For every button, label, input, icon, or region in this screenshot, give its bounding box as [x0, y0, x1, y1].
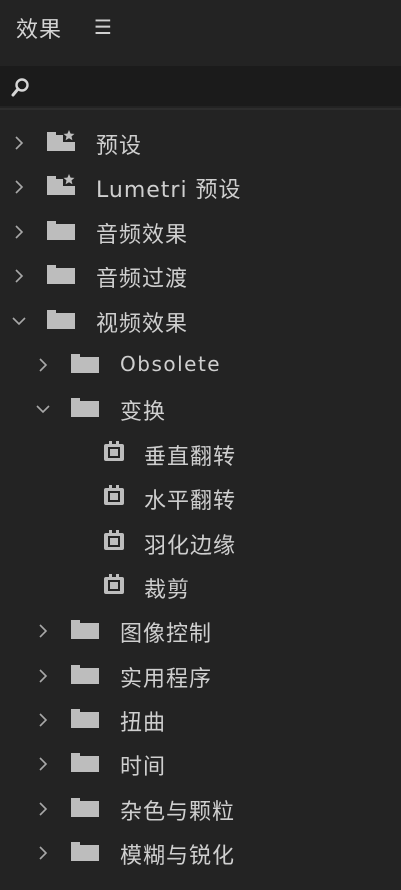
effect-icon [104, 573, 124, 594]
tree-item-label: 水平翻转 [144, 489, 237, 515]
tree-item-label: 预设 [96, 134, 143, 159]
effect-item[interactable]: 水平翻转 [0, 477, 401, 521]
chevron-right-icon[interactable] [34, 844, 52, 862]
folder-icon [71, 664, 99, 684]
folder-icon [47, 265, 75, 285]
effects-tree: 预设 Lumetri 预设 音频效果音频过渡视频效果 Obsolete 变换垂直翻转水平… [0, 122, 401, 877]
tree-item-label: 实用程序 [120, 666, 213, 692]
tree-folder-item[interactable]: 模糊与锐化 [0, 832, 401, 876]
tree-folder-item[interactable]: 音频过渡 [0, 255, 401, 299]
tree-folder-item[interactable]: 预设 [0, 122, 401, 166]
folder-icon [71, 353, 99, 373]
panel-menu-button[interactable]: ☰ [92, 16, 114, 38]
tree-folder-item[interactable]: 图像控制 [0, 610, 401, 654]
panel-title: 效果 [16, 18, 63, 43]
tree-item-label: 音频效果 [96, 222, 189, 248]
tree-folder-item[interactable]: Obsolete [0, 344, 401, 388]
chevron-right-icon[interactable] [34, 622, 52, 640]
tree-folder-item[interactable]: 杂色与颗粒 [0, 788, 401, 832]
chevron-right-icon[interactable] [34, 356, 52, 374]
effect-item[interactable]: 垂直翻转 [0, 433, 401, 477]
tree-folder-item[interactable]: Lumetri 预设 [0, 166, 401, 210]
folder-icon [47, 309, 75, 329]
tree-item-label: 图像控制 [120, 622, 213, 648]
chevron-right-icon[interactable] [34, 667, 52, 685]
effects-panel: 效果 ☰ 预设 Lumetri 预设 音频效果音频过渡视频效果 Obsolete 变换垂… [0, 0, 401, 890]
preset-folder-icon [47, 130, 75, 151]
tree-item-label: 杂色与颗粒 [120, 799, 236, 825]
preset-folder-icon [47, 174, 75, 196]
effect-icon [104, 440, 124, 461]
tree-folder-item[interactable]: 变换 [0, 388, 401, 432]
folder-icon [71, 398, 99, 418]
chevron-down-icon[interactable] [10, 312, 28, 330]
search-bar [0, 66, 401, 106]
tree-item-label: 扭曲 [120, 711, 167, 737]
folder-icon [71, 620, 99, 640]
chevron-right-icon[interactable] [10, 223, 28, 241]
chevron-right-icon[interactable] [34, 755, 52, 773]
tree-item-label: 羽化边缘 [144, 533, 237, 559]
tree-item-label: 音频过渡 [96, 267, 189, 293]
folder-icon [71, 797, 99, 817]
folder-icon [47, 220, 75, 240]
chevron-right-icon[interactable] [10, 134, 28, 152]
effect-item[interactable]: 羽化边缘 [0, 522, 401, 566]
chevron-right-icon[interactable] [10, 267, 28, 285]
tree-folder-item[interactable]: 时间 [0, 743, 401, 787]
effect-icon [104, 529, 124, 550]
folder-icon [71, 709, 99, 729]
search-icon[interactable] [10, 76, 32, 98]
chevron-down-icon[interactable] [34, 400, 52, 418]
tree-folder-item[interactable]: 实用程序 [0, 655, 401, 699]
tree-item-label: 视频效果 [96, 311, 189, 337]
effect-icon [104, 485, 124, 506]
tree-item-label: 时间 [120, 755, 167, 781]
tree-folder-item[interactable]: 视频效果 [0, 300, 401, 344]
divider [0, 108, 401, 110]
tree-item-label: 模糊与锐化 [120, 844, 236, 870]
tree-folder-item[interactable]: 扭曲 [0, 699, 401, 743]
chevron-right-icon[interactable] [10, 178, 28, 196]
tree-item-label: Obsolete [120, 351, 222, 376]
tree-item-label: 垂直翻转 [144, 444, 237, 470]
tree-item-label: Lumetri 预设 [96, 178, 242, 204]
panel-header: 效果 ☰ [0, 0, 401, 55]
tree-folder-item[interactable]: 音频效果 [0, 211, 401, 255]
effect-item[interactable]: 裁剪 [0, 566, 401, 610]
chevron-right-icon[interactable] [34, 800, 52, 818]
tree-item-label: 裁剪 [144, 577, 191, 603]
chevron-right-icon[interactable] [34, 711, 52, 729]
folder-icon [71, 753, 99, 773]
tree-item-label: 变换 [120, 400, 167, 426]
search-input[interactable] [38, 72, 392, 102]
folder-icon [71, 842, 99, 862]
